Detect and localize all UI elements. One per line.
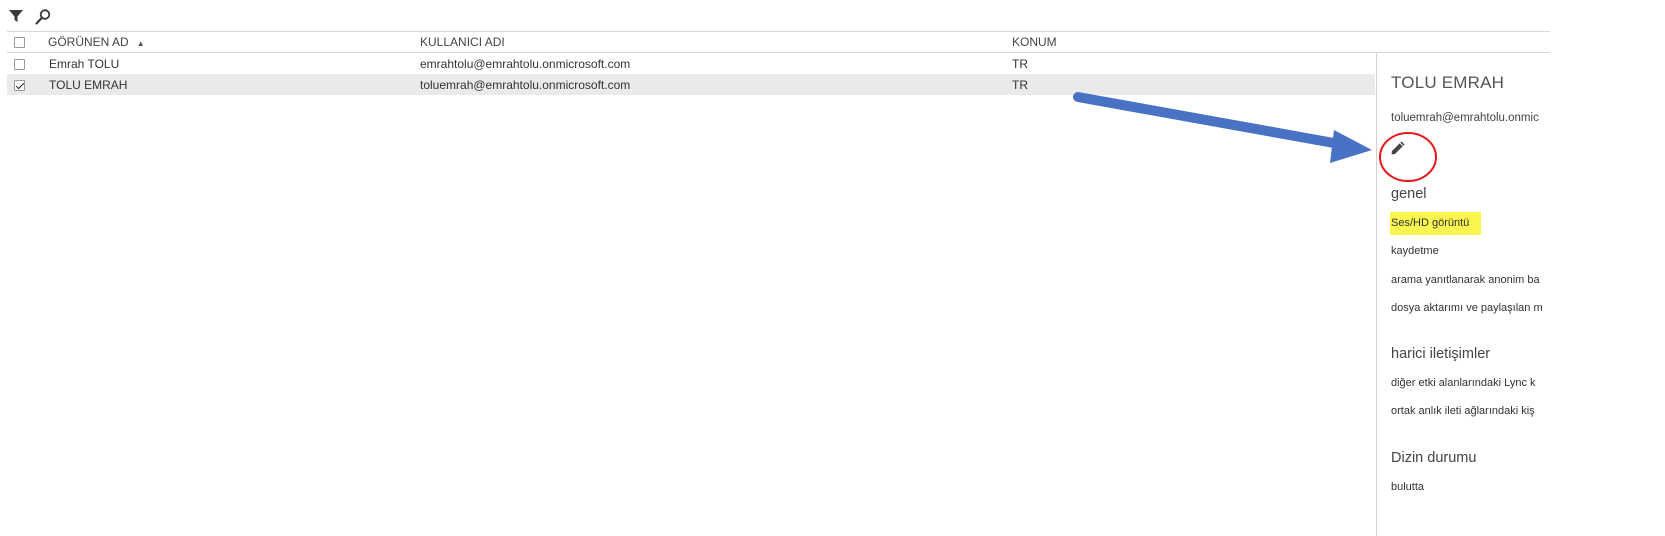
row-checkbox-checked[interactable] <box>14 80 25 91</box>
filter-icon[interactable] <box>8 8 28 28</box>
panel-user-email: toluemrah@emrahtolu.onmic <box>1391 112 1539 124</box>
panel-title: TOLU EMRAH <box>1391 73 1505 92</box>
location-cell: TR <box>1012 78 1028 92</box>
section-heading-general: genel <box>1391 186 1427 202</box>
select-all-checkbox[interactable] <box>14 37 25 48</box>
pencil-icon[interactable] <box>1389 139 1409 159</box>
link-recording[interactable]: kaydetme <box>1391 245 1439 257</box>
user-name-cell: emrahtolu@emrahtolu.onmicrosoft.com <box>420 57 631 71</box>
section-heading-external-communications: harici iletişimler <box>1391 346 1491 362</box>
link-anonymous-calls[interactable]: arama yanıtlanarak anonim ba <box>1391 274 1540 286</box>
display-name-cell: Emrah TOLU <box>49 57 120 71</box>
user-detail-panel: TOLU EMRAH toluemrah@emrahtolu.onmic gen… <box>1376 53 1665 536</box>
location-cell: TR <box>1012 57 1028 71</box>
row-checkbox[interactable] <box>14 59 25 70</box>
column-header-user-name[interactable]: KULLANICI ADI <box>420 35 505 49</box>
sort-ascending-icon: ▲ <box>136 39 145 48</box>
highlighted-link-text: Ses/HD görüntü <box>1390 212 1482 235</box>
link-public-im-networks[interactable]: ortak anlık ileti ağlarındaki kiş <box>1391 405 1535 417</box>
section-heading-directory-status: Dizin durumu <box>1391 450 1477 466</box>
column-header-display-name[interactable]: GÖRÜNEN AD ▲ <box>48 35 145 49</box>
user-name-cell: toluemrah@emrahtolu.onmicrosoft.com <box>420 78 631 92</box>
header-top-divider <box>7 31 1550 32</box>
directory-status-value: bulutta <box>1391 481 1425 493</box>
link-audio-hd-video[interactable]: Ses/HD görüntü <box>1390 212 1482 235</box>
display-name-cell: TOLU EMRAH <box>49 78 128 92</box>
link-lync-other-domains[interactable]: diğer etki alanlarındaki Lync k <box>1391 377 1536 389</box>
table-row-selected[interactable]: TOLU EMRAH toluemrah@emrahtolu.onmicroso… <box>7 74 1375 95</box>
annotation-arrow <box>1073 92 1372 163</box>
search-icon[interactable] <box>34 8 54 28</box>
column-header-location[interactable]: KONUM <box>1012 35 1057 49</box>
link-file-transfer[interactable]: dosya aktarımı ve paylaşılan m <box>1391 302 1543 314</box>
table-row[interactable]: Emrah TOLU emrahtolu@emrahtolu.onmicroso… <box>7 53 1375 74</box>
